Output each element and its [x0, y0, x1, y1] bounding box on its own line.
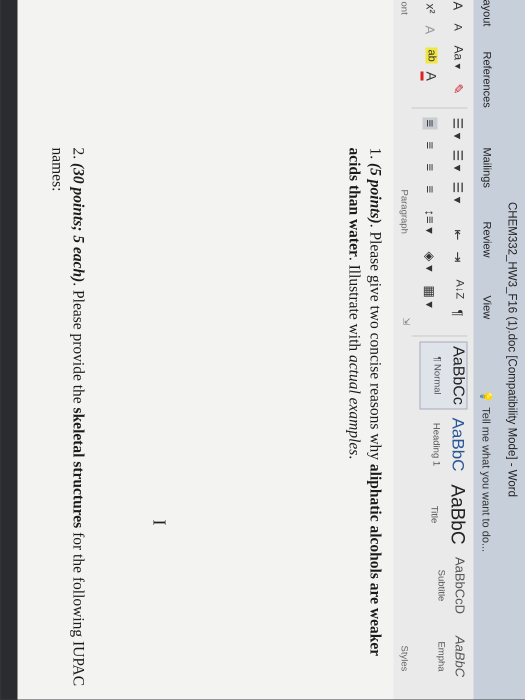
tab-references[interactable]: References — [481, 52, 493, 108]
question-1: 1. (5 points). Please give two concise r… — [345, 147, 384, 656]
tell-me-text: Tell me what you want to do... — [480, 407, 492, 553]
dialog-launcher-icon[interactable]: ⇲ — [401, 318, 412, 326]
title-bar: CHEM332_HW3_F16 (1).doc [Compatibility M… — [497, 0, 525, 700]
align-right-icon[interactable]: ≡ — [423, 164, 438, 172]
document-page[interactable]: 1. (5 points). Please give two concise r… — [0, 0, 394, 700]
styles-group-label: Styles — [398, 645, 410, 672]
question-2: 2. (30 points; 5 each). Please provide t… — [48, 147, 87, 687]
font-color-button[interactable]: A — [420, 71, 440, 81]
bullets-icon[interactable]: ☰ ▾ — [450, 118, 466, 140]
increase-indent-icon[interactable]: ⇥ — [450, 252, 466, 263]
lightbulb-icon: 💡 — [479, 389, 492, 404]
tab-layout[interactable]: ayout — [481, 0, 493, 26]
word-window: CHEM332_HW3_F16 (1).doc [Compatibility M… — [0, 0, 525, 700]
pilcrow-icon[interactable]: ¶ — [451, 310, 466, 317]
style-emphasis[interactable]: AaBbC Empha — [422, 624, 468, 690]
highlight-button[interactable]: ab — [425, 47, 438, 64]
style-heading-1[interactable]: AaBbC Heading 1 — [422, 412, 468, 478]
align-center-icon[interactable]: ≡ — [423, 142, 438, 150]
divider — [411, 335, 468, 337]
style-title[interactable]: AaBbC Title — [422, 482, 468, 548]
clear-formatting-icon[interactable]: ✎ — [450, 84, 466, 95]
window-title: CHEM332_HW3_F16 (1).doc [Compatibility M… — [505, 201, 518, 498]
numbering-icon[interactable]: ☰ ▾ — [450, 150, 466, 172]
monitor-bezel — [0, 0, 18, 700]
chevron-down-icon[interactable]: ▾ — [452, 64, 465, 70]
align-left-icon[interactable]: ≡ — [422, 117, 438, 130]
ribbon-tabs: ayout References Mailings Review View 💡 … — [473, 0, 498, 700]
superscript-button[interactable]: x² — [424, 4, 438, 14]
decrease-indent-icon[interactable]: ⇤ — [450, 230, 466, 241]
style-normal[interactable]: AaBbCc ¶ Normal — [419, 341, 468, 410]
tell-me-search[interactable]: 💡 Tell me what you want to do... — [480, 390, 493, 553]
shrink-font-button[interactable]: A — [452, 24, 464, 31]
text-effects-button[interactable]: A — [423, 26, 438, 35]
borders-icon[interactable]: ▦ ▾ — [422, 286, 438, 308]
divider — [411, 107, 468, 109]
font-group-label: ont — [398, 1, 410, 15]
sort-icon[interactable]: A↓Z — [454, 280, 466, 300]
tab-review[interactable]: Review — [481, 222, 493, 258]
tab-mailings[interactable]: Mailings — [481, 148, 493, 188]
grow-font-button[interactable]: A — [451, 2, 466, 11]
shading-icon[interactable]: ◈ ▾ — [422, 252, 438, 272]
style-subtitle[interactable]: AaBbCcD Subtitle — [422, 552, 468, 620]
tab-view[interactable]: View — [481, 296, 493, 320]
multilevel-list-icon[interactable]: ☰ ▾ — [450, 182, 466, 204]
change-case-button[interactable]: Aa — [452, 46, 466, 61]
ribbon: A A Aa ▾ ✎ x² A ab A ont ☰ ▾ ☰ ▾ ☰ ▾ ⇤ ⇥… — [392, 0, 474, 700]
justify-icon[interactable]: ≡ — [423, 186, 438, 194]
paragraph-group-label: Paragraph — [398, 189, 410, 234]
line-spacing-icon[interactable]: ↕≡ ▾ — [422, 210, 438, 234]
text-cursor-icon: I — [149, 519, 170, 526]
